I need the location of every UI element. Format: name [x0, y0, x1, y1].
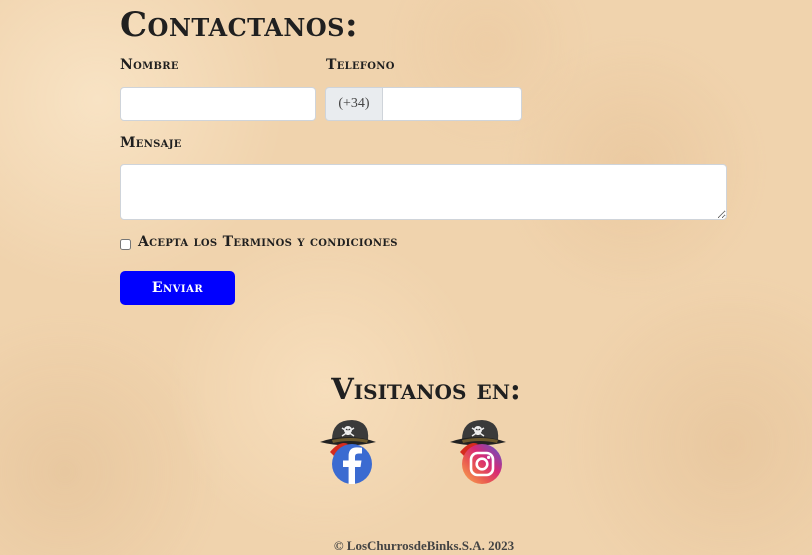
terms-label: Acepta los Terminos y condiciones — [138, 234, 398, 250]
message-textarea[interactable] — [120, 164, 727, 220]
social-title: Visitanos en: — [331, 372, 521, 406]
message-label: Mensaje — [120, 135, 182, 151]
contact-title: Contactanos: — [120, 5, 359, 45]
name-label: Nombre — [120, 57, 179, 73]
name-input[interactable] — [120, 87, 316, 121]
phone-prefix: (+34) — [325, 87, 383, 121]
facebook-link[interactable] — [318, 418, 378, 486]
phone-label: Telefono — [326, 57, 395, 73]
terms-checkbox[interactable] — [120, 239, 131, 250]
footer-copyright: © LosChurrosdeBinks.S.A. 2023 — [333, 538, 515, 553]
facebook-pirate-icon — [320, 420, 376, 484]
instagram-link[interactable] — [448, 418, 508, 486]
instagram-pirate-icon — [450, 420, 506, 484]
submit-button[interactable]: Enviar — [120, 271, 235, 305]
phone-input[interactable] — [382, 87, 522, 121]
